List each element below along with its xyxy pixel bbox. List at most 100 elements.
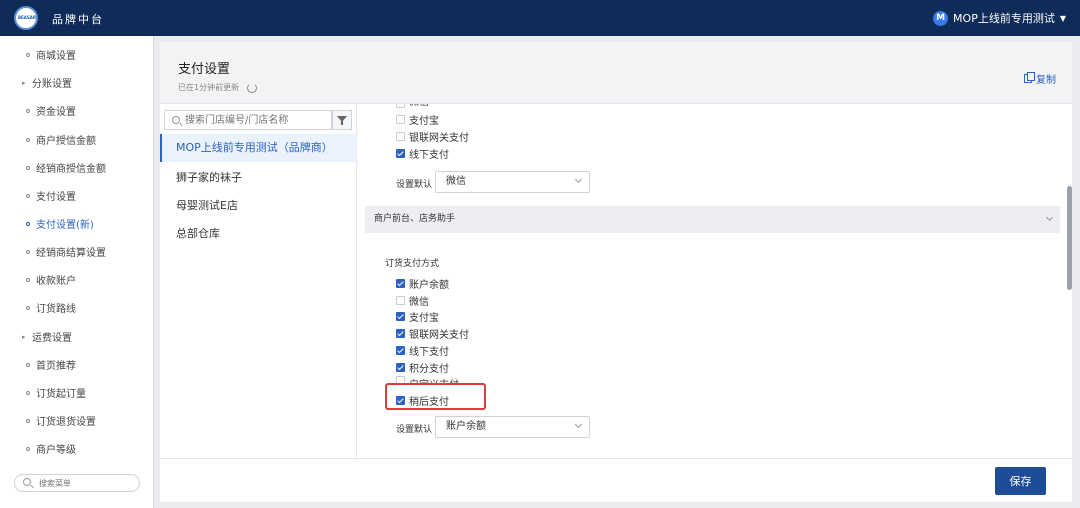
chevron-right-icon: ▸ [22,332,26,341]
store-list: MOP上线前专用测试（品牌商） 狮子家的袜子 母婴测试E店 总部仓库 [160,104,357,458]
checkbox-box [396,115,405,124]
select-value: 微信 [446,176,466,187]
bullet-icon [26,165,30,170]
checkbox-account-balance[interactable]: 账户余额 [396,276,449,291]
checkbox-unionpay-top[interactable]: 银联网关支付 [396,129,469,144]
checkbox-label: 微信 [409,297,429,308]
sidebar-item-label: 订货路线 [36,304,76,315]
sidebar-item-label: 资金设置 [36,107,76,118]
sidebar-item-label: 支付设置(新) [36,220,94,231]
menu-search-input[interactable] [39,477,135,489]
sidebar-item-mall-settings[interactable]: 商城设置 [26,47,76,62]
checkbox-box [396,363,405,372]
sidebar-item-label: 商户授信金额 [36,136,96,147]
sidebar-item-home-recommend[interactable]: 首页推荐 [26,357,76,372]
default-label: 设置默认 [396,425,433,435]
sidebar-item-payment-settings[interactable]: 支付设置 [26,188,76,203]
bullet-icon [26,249,30,254]
sidebar-item-label: 订货起订量 [36,389,86,400]
sidebar-item-dealer-credit[interactable]: 经销商授信金额 [26,160,106,175]
checkbox-offline[interactable]: 线下支付 [396,343,449,358]
checkbox-label: 银联网关支付 [409,133,469,144]
sidebar-item-split-settings[interactable]: ▸ 分账设置 [22,75,72,91]
main-panel: 支付设置 已在1分钟前更新 复制 MOP上线前专用测试（品牌商） 狮子家的袜子 … [160,42,1072,458]
bullet-icon [26,137,30,142]
sidebar-item-label: 经销商结算设置 [36,248,106,259]
filter-icon[interactable] [332,110,352,130]
sidebar-item-merchant-level[interactable]: 商户等级 [26,441,76,456]
sidebar-item-shipping-settings[interactable]: ▸ 运费设置 [22,329,72,345]
bullet-icon [26,221,30,226]
sidebar-item-label: 运费设置 [32,333,72,344]
chevron-down-icon [1045,213,1054,222]
store-item[interactable]: 母婴测试E店 [160,192,357,220]
bullet-icon [26,305,30,310]
scrollbar[interactable] [1067,186,1072,290]
logo-text: BEASAR [18,15,36,20]
checkbox-unionpay[interactable]: 银联网关支付 [396,326,469,341]
copy-label: 复制 [1036,75,1056,86]
sidebar-item-min-order[interactable]: 订货起订量 [26,385,86,400]
user-menu[interactable]: M MOP上线前专用测试 ▼ [933,10,1066,26]
bullet-icon [26,108,30,113]
highlight-box [385,383,486,410]
page-header: 支付设置 已在1分钟前更新 复制 [160,42,1072,104]
sidebar-item-label: 分账设置 [32,79,72,90]
chevron-down-icon [574,175,583,184]
payment-settings: 微信 支付宝 银联网关支付 线下支付 设置默认 微信 商户前台、店务助手 订货支… [358,104,1072,458]
checkbox-label: 线下支付 [409,347,449,358]
bullet-icon [26,193,30,198]
checkbox-box [396,104,405,108]
checkbox-alipay[interactable]: 支付宝 [396,309,439,324]
caret-down-icon: ▼ [1059,13,1066,23]
top-bar: BEASAR 品牌中台 M MOP上线前专用测试 ▼ [0,0,1080,36]
copy-button[interactable]: 复制 [1024,71,1056,86]
user-name: MOP上线前专用测试 [953,12,1055,25]
app-title: 品牌中台 [52,13,104,26]
checkbox-alipay-top[interactable]: 支付宝 [396,112,439,127]
checkbox-points[interactable]: 积分支付 [396,360,449,375]
section-title: 商户前台、店务助手 [374,214,456,224]
footer-bar: 保存 [160,458,1072,502]
store-search[interactable] [164,110,332,130]
checkbox-label: 支付宝 [409,313,439,324]
checkbox-wechat[interactable]: 微信 [396,293,429,308]
sidebar-item-dealer-settlement[interactable]: 经销商结算设置 [26,244,106,259]
section-header[interactable]: 商户前台、店务助手 [365,206,1060,233]
save-button[interactable]: 保存 [995,467,1046,495]
brand-logo[interactable]: BEASAR [14,6,38,30]
sidebar-item-receiving-account[interactable]: 收款账户 [26,272,76,287]
sidebar-item-merchant-credit[interactable]: 商户授信金额 [26,132,96,147]
checkbox-box [396,296,405,305]
chevron-down-icon [574,420,583,429]
checkbox-label: 支付宝 [409,116,439,127]
default-order-payment-select[interactable]: 账户余额 [435,416,590,438]
sidebar-item-label: 经销商授信金额 [36,164,106,175]
sidebar: 商城设置 ▸ 分账设置 资金设置 商户授信金额 经销商授信金额 支付设置 支付设置… [0,36,154,508]
checkbox-box [396,132,405,141]
bullet-icon [26,446,30,451]
checkbox-box [396,312,405,321]
checkbox-wechat-top[interactable]: 微信 [396,104,429,108]
sidebar-item-return-settings[interactable]: 订货退货设置 [26,413,96,428]
checkbox-offline-top[interactable]: 线下支付 [396,146,449,161]
store-item[interactable]: 总部仓库 [160,220,357,248]
store-search-input[interactable] [185,114,325,126]
menu-search[interactable] [14,474,140,492]
select-value: 账户余额 [446,421,486,432]
checkbox-label: 积分支付 [409,364,449,375]
sidebar-item-label: 首页推荐 [36,361,76,372]
bullet-icon [26,277,30,282]
sidebar-item-label: 商城设置 [36,51,76,62]
store-item[interactable]: 狮子家的袜子 [160,164,357,192]
refresh-icon[interactable] [247,82,258,93]
search-icon [23,478,31,486]
copy-icon [1024,72,1035,83]
update-status-text: 已在1分钟前更新 [178,83,240,92]
default-payment-select[interactable]: 微信 [435,171,590,193]
sidebar-item-fund-settings[interactable]: 资金设置 [26,103,76,118]
avatar: M [933,10,949,26]
sidebar-item-payment-settings-new[interactable]: 支付设置(新) [26,216,94,231]
sidebar-item-order-route[interactable]: 订货路线 [26,300,76,315]
store-item[interactable]: MOP上线前专用测试（品牌商） [160,134,357,162]
